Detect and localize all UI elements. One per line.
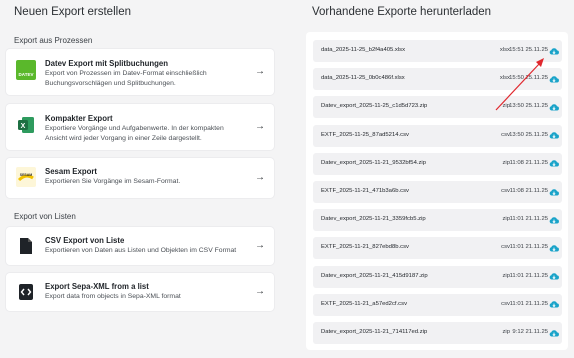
cloud-download-icon[interactable] — [549, 46, 559, 56]
datev-export-title: Datev Export mit Splitbuchungen — [45, 59, 169, 68]
file-name: Datev_export_2025-11-21_9532bf54.zip — [321, 159, 427, 166]
cloud-download-icon[interactable] — [549, 272, 559, 282]
cloud-download-icon[interactable] — [549, 215, 559, 225]
export-file-row[interactable]: Datev_export_2025-11-25_c1d5d723.zip zip 1… — [313, 96, 562, 119]
compact-export-desc: Exportiere Vorgänge und Aufgabenwerte. I… — [45, 125, 224, 142]
export-file-row[interactable]: Datev_export_2025-11-21_415d9187.zip zip 1… — [313, 265, 562, 288]
csv-export-card[interactable]: CSV Export von Liste Exportieren von Dat… — [6, 227, 274, 265]
section-process-label: Export aus Prozessen — [14, 36, 93, 45]
file-timestamp: 9:12 21.11.25 — [512, 329, 548, 335]
file-timestamp: 15:51 25.11.25 — [509, 47, 548, 53]
export-file-row[interactable]: data_2025-11-25_0b0c486f.xlsx xlsx 15:50 2… — [313, 68, 562, 91]
export-file-row[interactable]: EXTF_2025-11-21_a57ed2cf.csv csv 11:01 21.… — [313, 293, 562, 316]
file-timestamp: 11:01 21.11.25 — [509, 272, 548, 279]
exports-list-panel: data_2025-11-25_b2f4a405.xlsx xlsx 15:51 2… — [306, 32, 568, 350]
export-file-row[interactable]: Datev_export_2025-11-21_3359fcb5.zip zip 1… — [313, 209, 562, 232]
cloud-download-icon[interactable] — [549, 131, 559, 141]
file-icon — [16, 236, 36, 256]
file-name: EXTF_2025-11-21_471b3a6b.csv — [321, 188, 409, 194]
datev-export-desc: Export von Prozessen im Datev-Format ein… — [45, 70, 207, 87]
file-name: EXTF_2025-11-21_a57ed2cf.csv — [321, 300, 408, 307]
arrow-right-icon: → — [255, 172, 265, 183]
sesam-export-desc: Exportieren Sie Vorgänge im Sesam-Format… — [45, 178, 181, 185]
file-timestamp: 11:01 21.11.25 — [509, 244, 548, 251]
file-timestamp: 11:01 21.11.25 — [509, 300, 548, 307]
sepa-export-card[interactable]: Export Sepa-XML from a list Export data … — [6, 273, 274, 311]
csv-export-title: CSV Export von Liste — [45, 236, 125, 245]
file-timestamp: 11:08 21.11.25 — [509, 188, 548, 194]
cloud-download-icon[interactable] — [549, 328, 559, 338]
compact-export-card[interactable]: X Kompakter Export Exportiere Vorgänge u… — [6, 104, 274, 150]
excel-icon: X — [16, 115, 36, 135]
file-timestamp: 11:01 21.11.25 — [509, 216, 548, 223]
cloud-download-icon[interactable] — [549, 159, 559, 169]
svg-text:X: X — [21, 123, 26, 130]
cloud-download-icon[interactable] — [549, 102, 559, 112]
sepa-export-title: Export Sepa-XML from a list — [45, 282, 149, 291]
export-file-row[interactable]: EXTF_2025-11-25_87ad5214.csv csv 13:50 25.… — [313, 124, 562, 147]
sepa-export-desc: Export data from objects in Sepa-XML for… — [45, 293, 181, 300]
section-lists-label: Export von Listen — [14, 212, 76, 221]
file-timestamp: 11:08 21.11.25 — [509, 159, 548, 166]
export-file-row[interactable]: EXTF_2025-11-21_471b3a6b.csv csv 11:08 21.… — [313, 181, 562, 203]
file-name: data_2025-11-25_0b0c486f.xlsx — [321, 75, 405, 82]
file-name: data_2025-11-25_b2f4a405.xlsx — [321, 47, 406, 53]
export-file-row[interactable]: data_2025-11-25_b2f4a405.xlsx xlsx 15:51 2… — [313, 40, 562, 62]
arrow-right-icon: → — [255, 121, 265, 132]
csv-export-desc: Exportieren von Daten aus Listen und Obj… — [45, 247, 237, 254]
code-file-icon — [16, 282, 36, 302]
file-type: zip — [502, 329, 510, 335]
cloud-download-icon[interactable] — [549, 187, 559, 197]
export-file-row[interactable]: Datev_export_2025-11-21_9532bf54.zip zip 1… — [313, 152, 562, 175]
cloud-download-icon[interactable] — [549, 74, 559, 84]
sesam-export-title: Sesam Export — [45, 167, 98, 176]
cloud-download-icon[interactable] — [549, 243, 559, 253]
file-timestamp: 15:50 25.11.25 — [509, 75, 548, 82]
arrow-right-icon: → — [255, 66, 265, 77]
arrow-right-icon: → — [255, 286, 265, 297]
export-file-row[interactable]: EXTF_2025-11-21_827ebd8b.csv csv 11:01 21.… — [313, 237, 562, 260]
sesam-logo: SESAM — [16, 167, 36, 187]
compact-export-title: Kompakter Export — [45, 114, 113, 123]
file-timestamp: 13:50 25.11.25 — [509, 131, 548, 138]
existing-exports-heading: Vorhandene Exporte herunterladen — [312, 6, 492, 18]
file-name: EXTF_2025-11-25_87ad5214.csv — [321, 131, 409, 138]
file-name: Datev_export_2025-11-25_c1d5d723.zip — [321, 103, 428, 110]
file-name: Datev_export_2025-11-21_3359fcb5.zip — [321, 216, 426, 223]
file-name: EXTF_2025-11-21_827ebd8b.csv — [321, 244, 409, 251]
svg-text:SESAM: SESAM — [20, 173, 33, 177]
datev-logo: DATEV — [16, 60, 36, 80]
file-timestamp: 13:50 25.11.25 — [509, 103, 548, 110]
export-file-row[interactable]: Datev_export_2025-11-21_714117ed.zip zip 9… — [313, 322, 562, 344]
datev-export-card[interactable]: DATEV Datev Export mit Splitbuchungen Ex… — [6, 49, 274, 95]
new-export-heading: Neuen Export erstellen — [14, 6, 131, 18]
sesam-export-card[interactable]: SESAM Sesam Export Exportieren Sie Vorgä… — [6, 158, 274, 198]
file-name: Datev_export_2025-11-21_415d9187.zip — [321, 272, 428, 279]
cloud-download-icon[interactable] — [549, 300, 559, 310]
file-name: Datev_export_2025-11-21_714117ed.zip — [321, 329, 428, 335]
arrow-right-icon: → — [255, 240, 265, 251]
